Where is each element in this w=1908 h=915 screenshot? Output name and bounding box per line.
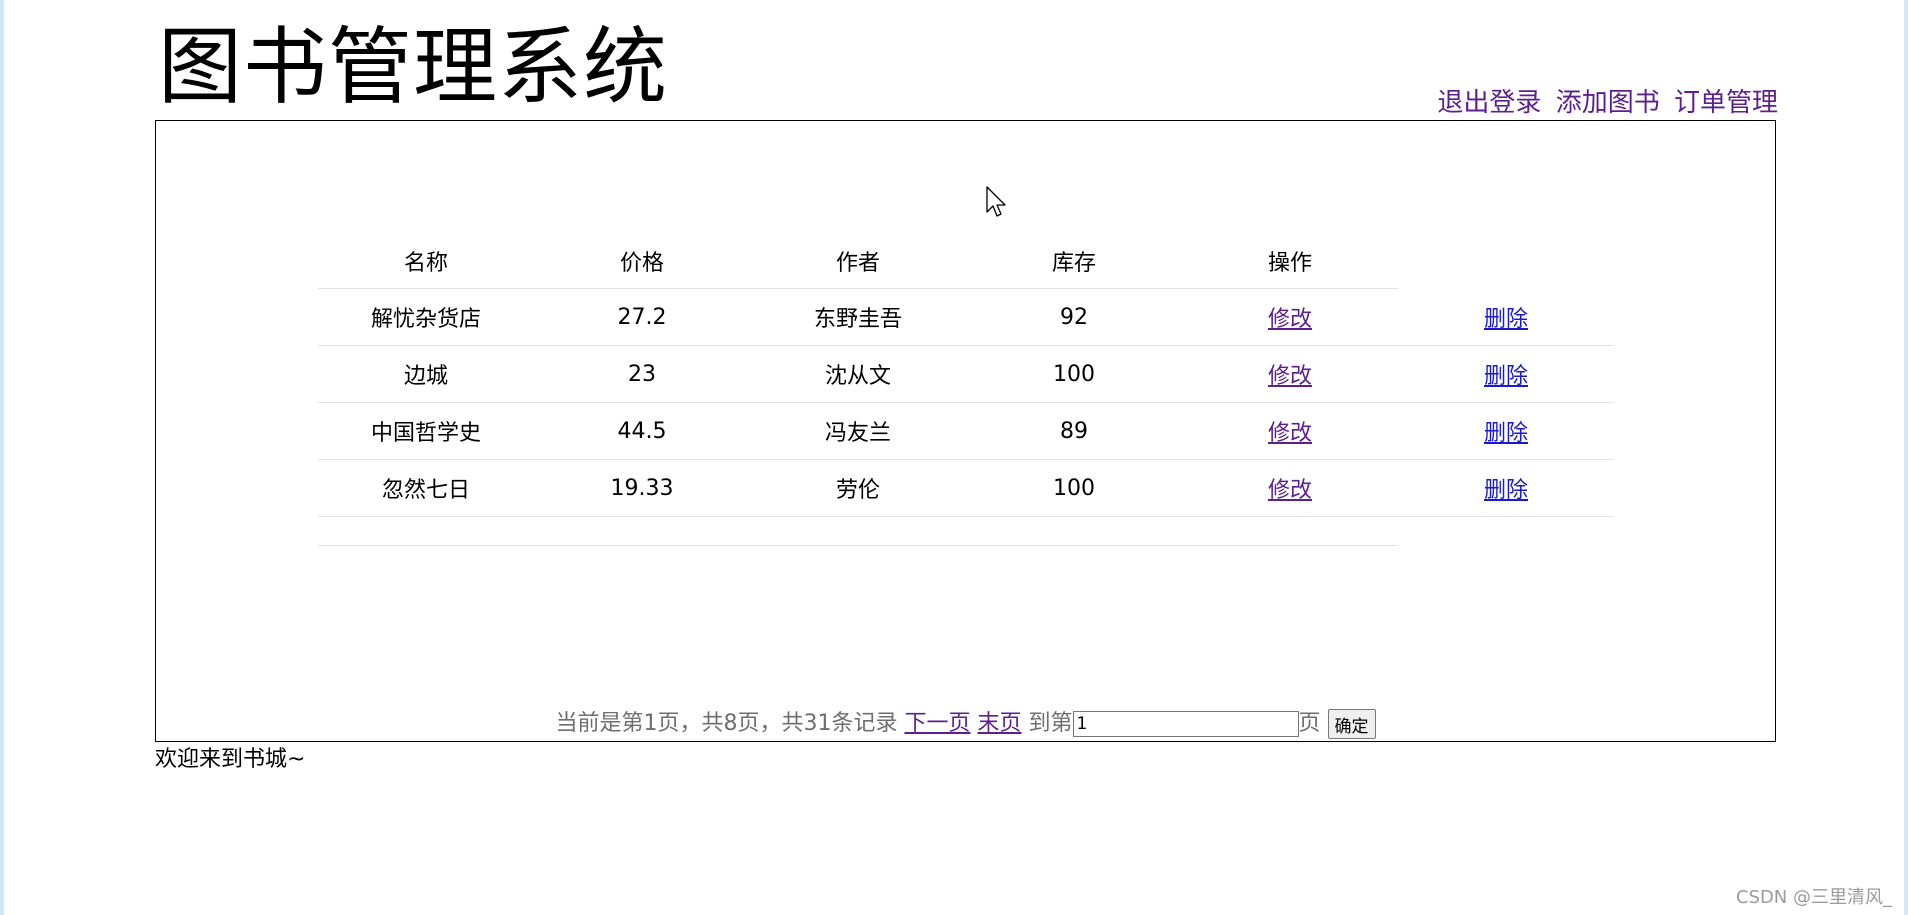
table-row: 忽然七日 19.33 劳伦 100 修改 删除 bbox=[318, 459, 1614, 517]
delete-link[interactable]: 删除 bbox=[1484, 307, 1528, 332]
column-header-author: 作者 bbox=[750, 233, 966, 289]
table-row: 中国哲学史 44.5 冯友兰 89 修改 删除 bbox=[318, 402, 1614, 460]
column-header-price: 价格 bbox=[534, 233, 750, 289]
page-title: 图书管理系统 bbox=[158, 18, 669, 116]
goto-prefix: 到第 bbox=[1028, 711, 1073, 736]
edit-link[interactable]: 修改 bbox=[1268, 364, 1312, 389]
delete-link[interactable]: 删除 bbox=[1484, 421, 1528, 446]
book-price: 19.33 bbox=[534, 459, 750, 517]
book-name: 中国哲学史 bbox=[318, 402, 534, 460]
last-page-link[interactable]: 末页 bbox=[977, 711, 1021, 736]
page-number-input[interactable] bbox=[1072, 711, 1299, 737]
book-stock: 100 bbox=[966, 459, 1182, 517]
delete-link[interactable]: 删除 bbox=[1484, 364, 1528, 389]
confirm-button[interactable]: 确定 bbox=[1327, 709, 1376, 739]
book-author: 沈从文 bbox=[750, 345, 966, 403]
mouse-cursor-icon bbox=[986, 186, 1006, 217]
book-stock: 92 bbox=[966, 288, 1182, 346]
header: 图书管理系统 退出登录 添加图书 订单管理 bbox=[155, 0, 1778, 120]
book-name: 忽然七日 bbox=[318, 459, 534, 517]
book-price: 23 bbox=[534, 345, 750, 403]
goto-suffix: 页 bbox=[1298, 711, 1321, 736]
main-panel: 名称 价格 作者 库存 操作 解忧杂货店 27.2 东野圭吾 92 修改 删除 bbox=[155, 120, 1776, 742]
table-row: 解忧杂货店 27.2 东野圭吾 92 修改 删除 bbox=[318, 288, 1614, 346]
watermark: CSDN @三里清风_ bbox=[1735, 887, 1892, 908]
table-footer-divider bbox=[318, 545, 1398, 546]
table-row: 边城 23 沈从文 100 修改 删除 bbox=[318, 345, 1614, 403]
top-nav: 退出登录 添加图书 订单管理 bbox=[1431, 86, 1778, 120]
delete-link[interactable]: 删除 bbox=[1484, 478, 1528, 503]
column-header-blank bbox=[1398, 233, 1614, 289]
edit-link[interactable]: 修改 bbox=[1268, 478, 1312, 503]
pagination: 当前是第1页，共8页，共31条记录 下一页 末页 到第 页 确定 bbox=[156, 705, 1775, 739]
book-table: 名称 价格 作者 库存 操作 解忧杂货店 27.2 东野圭吾 92 修改 删除 bbox=[318, 233, 1614, 517]
book-name: 边城 bbox=[318, 345, 534, 403]
book-price: 27.2 bbox=[534, 288, 750, 346]
edit-link[interactable]: 修改 bbox=[1268, 307, 1312, 332]
book-stock: 100 bbox=[966, 345, 1182, 403]
logout-link[interactable]: 退出登录 bbox=[1437, 88, 1541, 118]
page-status: 当前是第1页，共8页，共31条记录 bbox=[555, 711, 898, 736]
book-author: 劳伦 bbox=[750, 459, 966, 517]
page: 图书管理系统 退出登录 添加图书 订单管理 名称 价格 作者 库存 操作 解忧杂… bbox=[4, 0, 1904, 915]
add-book-link[interactable]: 添加图书 bbox=[1556, 88, 1660, 118]
book-name: 解忧杂货店 bbox=[318, 288, 534, 346]
table-header-row: 名称 价格 作者 库存 操作 bbox=[318, 233, 1614, 289]
column-header-name: 名称 bbox=[318, 233, 534, 289]
column-header-actions: 操作 bbox=[1182, 233, 1398, 289]
book-author: 冯友兰 bbox=[750, 402, 966, 460]
book-author: 东野圭吾 bbox=[750, 288, 966, 346]
edit-link[interactable]: 修改 bbox=[1268, 421, 1312, 446]
order-management-link[interactable]: 订单管理 bbox=[1674, 88, 1778, 118]
book-price: 44.5 bbox=[534, 402, 750, 460]
next-page-link[interactable]: 下一页 bbox=[904, 711, 970, 736]
welcome-text: 欢迎来到书城~ bbox=[155, 747, 306, 772]
column-header-stock: 库存 bbox=[966, 233, 1182, 289]
book-stock: 89 bbox=[966, 402, 1182, 460]
